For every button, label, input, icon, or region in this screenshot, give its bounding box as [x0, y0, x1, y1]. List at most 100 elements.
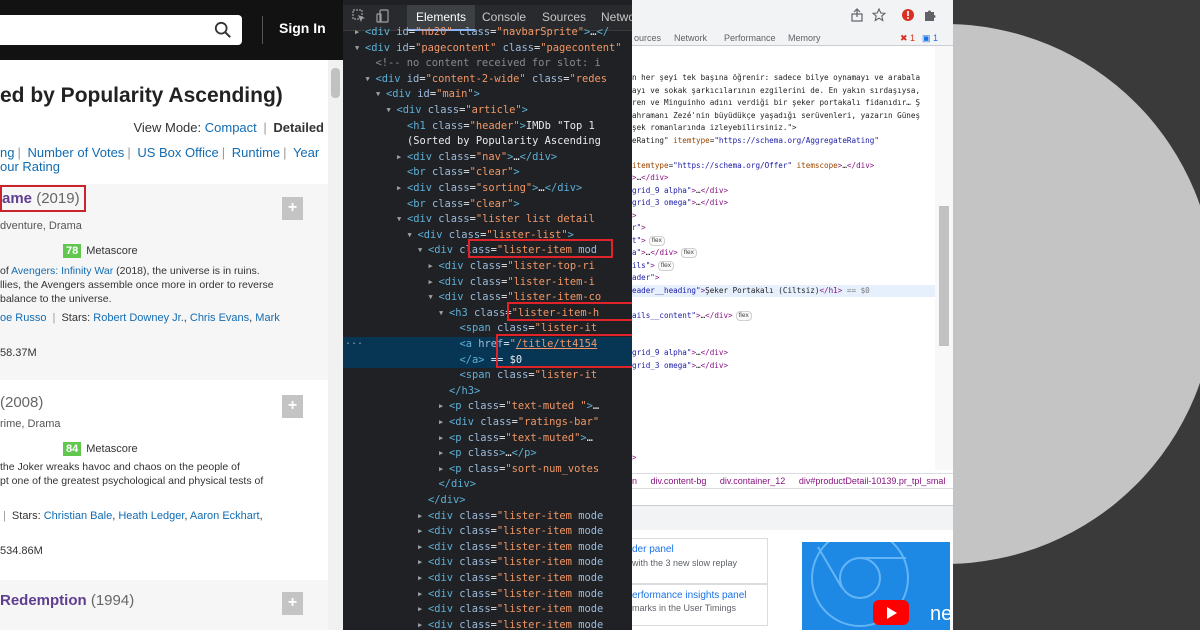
dom-node[interactable]: t"> flex [632, 235, 935, 248]
dom-node[interactable]: ▶ <p class>…</p> [343, 446, 632, 462]
message-count-badge[interactable]: ▣ 1 [922, 33, 938, 44]
dom-node[interactable]: ▶ <div class="sorting">…</div> [343, 181, 632, 197]
dom-node[interactable]: ▼ <div class="lister list detail [343, 212, 632, 228]
dom-node[interactable]: n her şeyi tek başına öğrenir: sadece bi… [632, 72, 935, 85]
tab-sources[interactable]: Sources [542, 10, 586, 24]
star-link[interactable]: Robert Downey Jr. [93, 312, 183, 324]
expand-arrow-icon[interactable]: ▶ [439, 462, 443, 478]
dom-node[interactable]: ▼ <div id="pagecontent" class="pageconten… [343, 41, 632, 57]
dom-node[interactable] [632, 335, 935, 348]
expand-arrow-icon[interactable]: ▶ [355, 25, 359, 41]
tab-performance[interactable]: Performance [724, 33, 776, 43]
tab-network[interactable]: Netwo [601, 10, 632, 24]
expand-arrow-icon[interactable]: ▶ [397, 181, 401, 197]
breadcrumb-item[interactable]: div#productDetail-10139.pr_tpl_smal [799, 476, 946, 486]
dom-node[interactable]: ▶ <div class="lister-item mode [343, 571, 632, 587]
dom-node[interactable]: ader"> [632, 272, 935, 285]
sort-link-runtime[interactable]: Runtime [232, 145, 280, 160]
movie-title-link[interactable]: ame [2, 190, 32, 207]
expand-arrow-icon[interactable]: ▶ [418, 524, 422, 540]
dom-node[interactable]: ▶ <div class="lister-item mode [343, 540, 632, 556]
expand-arrow-icon[interactable]: ▶ [418, 540, 422, 556]
dom-node[interactable]: </h3> [343, 384, 632, 400]
video-thumbnail[interactable]: ne [802, 542, 950, 630]
expand-arrow-icon[interactable]: ▶ [439, 399, 443, 415]
expand-arrow-icon[interactable]: ▼ [387, 103, 391, 119]
expand-arrow-icon[interactable]: ▼ [366, 72, 370, 88]
dom-node[interactable]: grid_3 omega">…</div> [632, 360, 935, 373]
dom-node[interactable]: ▶ <div class="lister-item mode [343, 602, 632, 618]
dom-node[interactable]: <span class="lister-it [343, 321, 632, 337]
expand-arrow-icon[interactable]: ▶ [429, 259, 433, 275]
dom-node[interactable]: ▶ <div class="nav">…</div> [343, 150, 632, 166]
tab-memory[interactable]: Memory [788, 33, 821, 43]
card-title[interactable]: erformance insights panel [632, 590, 747, 601]
dom-node[interactable]: ails__content">…</div> flex [632, 310, 935, 323]
dom-node[interactable]: ▼ <div class="lister-list"> [343, 228, 632, 244]
dom-node[interactable]: eader__heading">Şeker Portakalı (Ciltsiz… [632, 284, 935, 297]
sort-link-votes[interactable]: Number of Votes [27, 145, 124, 160]
error-count-badge[interactable]: ✖ 1 [900, 33, 915, 44]
dom-node[interactable]: > [632, 452, 935, 465]
add-to-watchlist-button[interactable]: + [282, 592, 303, 615]
dom-node[interactable]: itemtype="https://schema.org/Offer" item… [632, 160, 935, 173]
inspect-element-icon[interactable] [352, 9, 366, 23]
add-to-watchlist-button[interactable]: + [282, 395, 303, 418]
dom-node[interactable]: ahramanı Zezé'nin büyüdükçe yaşadığı ser… [632, 110, 935, 123]
dom-node[interactable]: >…</div> [632, 172, 935, 185]
youtube-play-icon[interactable] [873, 600, 909, 625]
view-detailed-link[interactable]: Detailed [273, 120, 324, 135]
dom-node[interactable]: ▼ <div id="main"> [343, 87, 632, 103]
dom-node[interactable]: ▶ <div id="nb20" class="navbarSprite">…</ [343, 25, 632, 41]
dom-node[interactable]: (Sorted by Popularity Ascending [343, 134, 632, 150]
star-link[interactable]: Christian Bale [44, 510, 112, 522]
breadcrumb-item[interactable]: div.container_12 [720, 476, 785, 486]
whats-new-card[interactable]: erformance insights panel marks in the U… [632, 584, 768, 626]
dom-node[interactable]: <!-- no content received for slot: i [343, 56, 632, 72]
dom-node[interactable] [632, 147, 935, 160]
scrollbar-thumb[interactable] [939, 206, 949, 346]
dom-node[interactable]: ▶ <div class="ratings-bar" [343, 415, 632, 431]
dom-node[interactable]: <a href="/title/tt4154 [343, 337, 632, 353]
search-input[interactable] [0, 15, 242, 45]
expand-arrow-icon[interactable]: ▼ [439, 306, 443, 322]
scrollbar-thumb[interactable] [331, 68, 340, 98]
expand-arrow-icon[interactable]: ▼ [376, 87, 380, 103]
dom-node[interactable]: ▶ <div class="lister-item mode [343, 555, 632, 571]
dom-node[interactable]: a">…</div> flex [632, 247, 935, 260]
share-icon[interactable] [850, 8, 864, 22]
tab-network[interactable]: Network [674, 33, 707, 43]
director-link[interactable]: oe Russo [0, 312, 46, 324]
expand-arrow-icon[interactable]: ▶ [418, 509, 422, 525]
search-icon[interactable] [214, 21, 232, 39]
dom-node[interactable]: ▼ <h3 class="lister-item-h [343, 306, 632, 322]
dom-node[interactable]: ▶ <div class="lister-item mode [343, 524, 632, 540]
dom-node[interactable]: ▼ <div class="lister-item-co [343, 290, 632, 306]
dom-node[interactable]: ▶ <div class="lister-top-ri [343, 259, 632, 275]
dom-node[interactable]: ▶ <div class="lister-item-i [343, 275, 632, 291]
dom-node[interactable]: ▼ <div class="article"> [343, 103, 632, 119]
view-compact-link[interactable]: Compact [205, 120, 257, 135]
dom-node[interactable]: > [632, 210, 935, 223]
dom-node[interactable]: </div> [343, 493, 632, 509]
whats-new-card[interactable]: der panel with the 3 new slow replay [632, 538, 768, 584]
description-link[interactable]: Avengers: Infinity War [11, 265, 113, 277]
expand-arrow-icon[interactable]: ▼ [397, 212, 401, 228]
expand-arrow-icon[interactable]: ▶ [418, 618, 422, 630]
dom-node[interactable]: ils"> flex [632, 260, 935, 273]
dom-node[interactable]: ▶ <div class="lister-item mode [343, 509, 632, 525]
dom-node[interactable]: <br class="clear"> [343, 197, 632, 213]
dom-node[interactable]: grid_9 alpha">…</div> [632, 185, 935, 198]
star-link[interactable]: Chris Evans [190, 312, 249, 324]
expand-arrow-icon[interactable]: ▶ [439, 431, 443, 447]
expand-arrow-icon[interactable]: ▶ [429, 275, 433, 291]
dom-node[interactable]: <span class="lister-it [343, 368, 632, 384]
dom-node[interactable]: ▼ <div id="content-2-wide" class="redes [343, 72, 632, 88]
dom-tree-scrollbar[interactable] [935, 46, 953, 470]
card-title[interactable]: der panel [632, 544, 674, 555]
extension-alert-icon[interactable] [901, 8, 915, 22]
dom-node[interactable]: grid_3 omega">…</div> [632, 197, 935, 210]
dom-node[interactable]: </a> == $0 [343, 352, 632, 369]
dom-node[interactable]: </div> [343, 477, 632, 493]
expand-arrow-icon[interactable]: ▼ [408, 228, 412, 244]
